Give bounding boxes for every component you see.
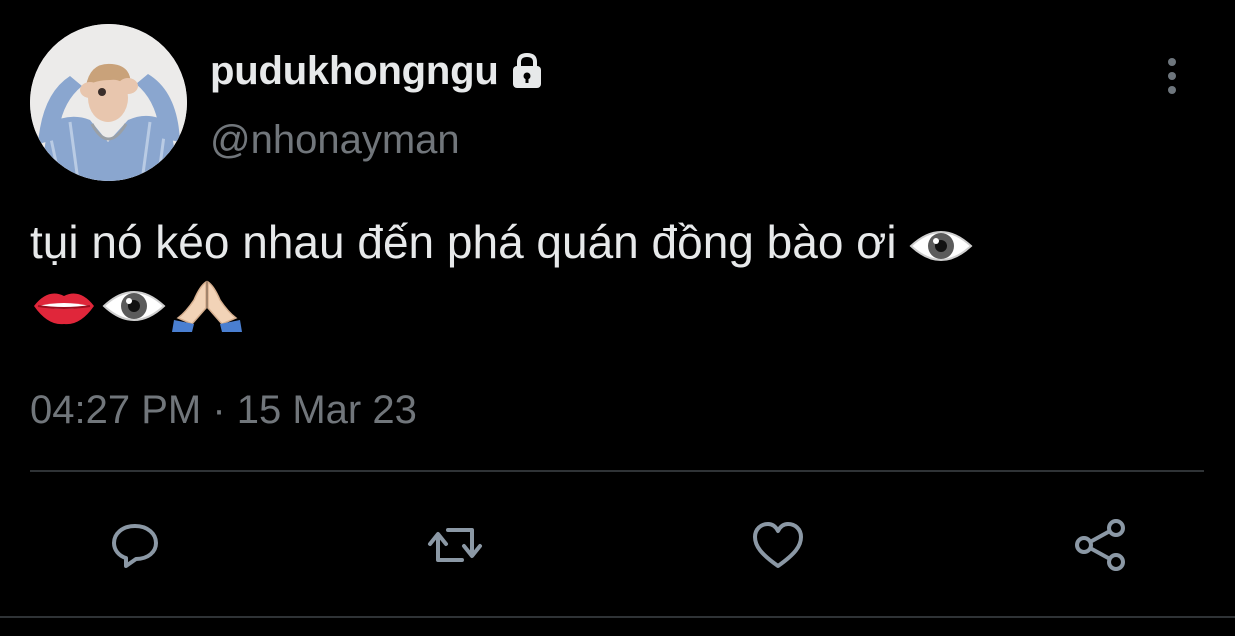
display-name-row: pudukhongngu (210, 46, 547, 96)
retweet-button[interactable] (420, 510, 490, 580)
reply-icon (112, 524, 158, 568)
user-handle[interactable]: @nhonayman (210, 118, 460, 163)
folded-hands-emoji-icon (172, 278, 242, 339)
more-dot-icon (1168, 72, 1176, 80)
more-dot-icon (1168, 86, 1176, 94)
more-options-button[interactable] (1152, 52, 1192, 100)
divider (30, 470, 1204, 472)
tweet-timestamp[interactable]: 04:27 PM · 15 Mar 23 (30, 388, 417, 433)
avatar[interactable] (30, 24, 187, 181)
lock-icon (507, 51, 547, 91)
heart-icon (753, 522, 803, 568)
action-bar (0, 510, 1235, 580)
tweet-body: tụi nó kéo nhau đến phá quán đồng bào ơi (30, 216, 897, 268)
emoji-row (32, 278, 242, 338)
reply-button[interactable] (100, 510, 170, 580)
divider (0, 616, 1235, 618)
display-name[interactable]: pudukhongngu (210, 49, 499, 94)
lips-emoji-icon (32, 286, 96, 331)
retweet-icon (428, 528, 482, 562)
eye-emoji-icon (102, 284, 166, 333)
eye-emoji-icon (909, 214, 973, 278)
share-button[interactable] (1066, 510, 1136, 580)
avatar-image (30, 24, 187, 181)
more-dot-icon (1168, 58, 1176, 66)
share-icon (1075, 519, 1125, 571)
tweet-text: tụi nó kéo nhau đến phá quán đồng bào ơi (30, 210, 1225, 278)
tweet: pudukhongngu @nhonayman tụi nó kéo nhau … (0, 0, 1235, 636)
like-button[interactable] (743, 510, 813, 580)
